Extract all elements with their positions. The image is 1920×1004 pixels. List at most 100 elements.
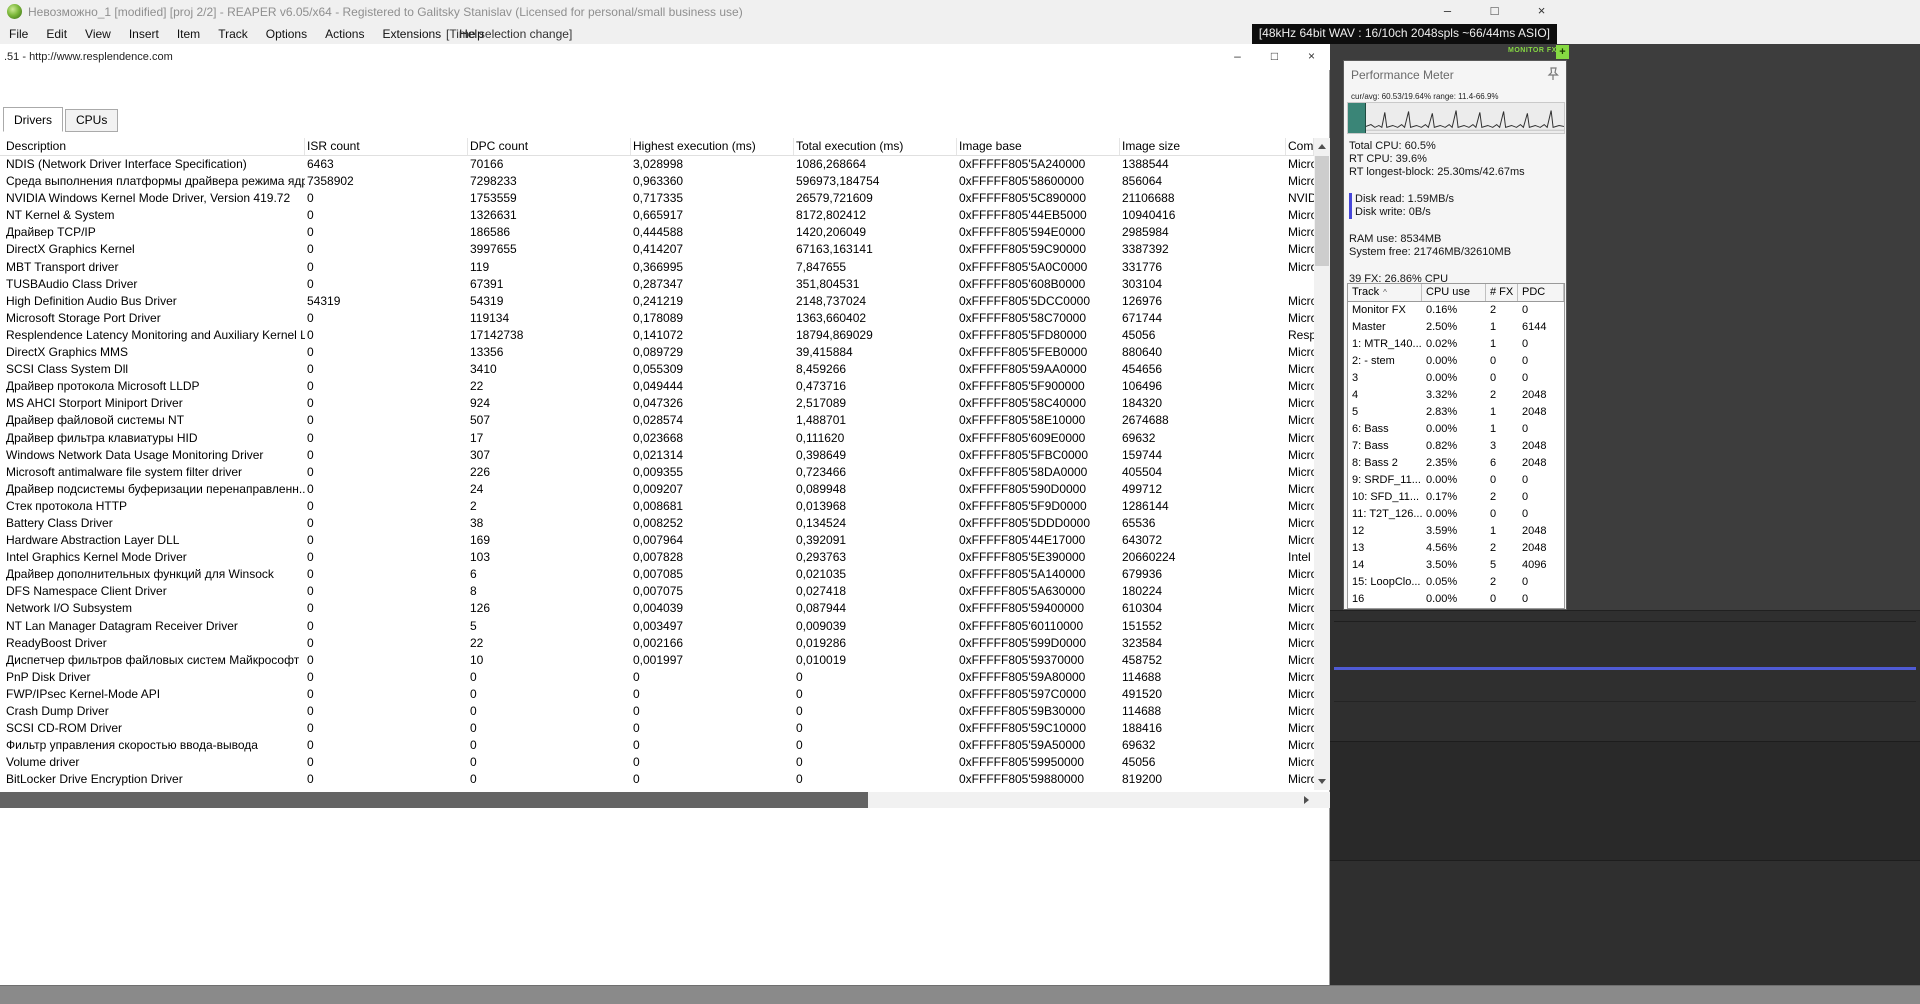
driver-row[interactable]: NT Kernel & System 0 1326631 0,665917 8172,8… [0,207,1314,224]
minimize-button[interactable]: – [1424,0,1471,24]
driver-row[interactable]: SCSI Class System Dll 0 3410 0,055309 8,4592… [0,361,1314,378]
close-button[interactable]: × [1518,0,1565,24]
perf-track-row[interactable]: 7: Bass 0.82% 3 2048 [1348,438,1564,455]
hscroll-thumb[interactable] [0,792,868,808]
tab-cpus[interactable]: CPUs [65,109,119,132]
menu-actions[interactable]: Actions [316,24,373,44]
driver-row[interactable]: Фильтр управления скоростью ввода-вывода… [0,737,1314,754]
perf-column-header[interactable]: Track ^ [1348,284,1422,301]
menu-view[interactable]: View [76,24,120,44]
driver-row[interactable]: Microsoft antimalware file system filter… [0,464,1314,481]
driver-row[interactable]: DirectX Graphics MMS 0 13356 0,089729 39,415… [0,344,1314,361]
driver-row[interactable]: NDIS (Network Driver Interface Specifica… [0,156,1314,173]
driver-row[interactable]: Microsoft Storage Port Driver 0 119134 0,17… [0,310,1314,327]
menu-insert[interactable]: Insert [120,24,168,44]
reaper-titlebar[interactable]: Невозможно_1 [modified] [proj 2/2] - REA… [0,0,1920,24]
driver-row[interactable]: SCSI CD-ROM Driver 0 0 0 0 0xFFFFF805'59C1000… [0,720,1314,737]
driver-row[interactable]: DFS Namespace Client Driver 0 8 0,007075 0,0… [0,583,1314,600]
driver-row[interactable]: FWP/IPsec Kernel-Mode API 0 0 0 0 0xFFFFF805'… [0,686,1314,703]
driver-row[interactable]: ReadyBoost Driver 0 22 0,002166 0,019286 0xFF… [0,635,1314,652]
minimize-button[interactable]: – [1219,44,1256,70]
driver-column-header[interactable]: Comp [1286,138,1314,155]
driver-row[interactable]: Диспетчер фильтров файловых систем Майкр… [0,652,1314,669]
driver-row[interactable]: Драйвер дополнительных функций для Winso… [0,566,1314,583]
driver-row[interactable]: Crash Dump Driver 0 0 0 0 0xFFFFF805'59B30000… [0,703,1314,720]
perf-track-row[interactable]: 15: LoopClo... 0.05% 2 0 [1348,574,1564,591]
perf-track-row[interactable]: 11: T2T_126... 0.00% 0 0 [1348,506,1564,523]
maximize-button[interactable]: □ [1471,0,1518,24]
driver-row[interactable]: Windows Network Data Usage Monitoring Dr… [0,447,1314,464]
driver-cell: 13356 [470,345,504,360]
latencymon-titlebar[interactable]: .51 - http://www.resplendence.com – □ × [0,44,1330,70]
perf-track-row[interactable]: 14 3.50% 5 4096 [1348,557,1564,574]
close-button[interactable]: × [1293,44,1330,70]
menu-options[interactable]: Options [257,24,316,44]
driver-row[interactable]: Драйвер фильтра клавиатуры HID 0 17 0,02366… [0,430,1314,447]
perf-track-row[interactable]: Master 2.50% 1 6144 [1348,319,1564,336]
driver-cell: 0 [307,259,314,274]
horizontal-scrollbar[interactable] [0,792,1314,808]
driver-row[interactable]: Resplendence Latency Monitoring and Auxi… [0,327,1314,344]
perf-track-row[interactable]: 5 2.83% 1 2048 [1348,404,1564,421]
perf-track-row[interactable]: 16 0.00% 0 0 [1348,591,1564,608]
perf-column-header[interactable]: CPU use [1422,284,1486,301]
perf-track-row[interactable]: 1: MTR_140... 0.02% 1 0 [1348,336,1564,353]
driver-column-header[interactable]: Total execution (ms) [794,138,957,155]
driver-column-header[interactable]: ISR count [305,138,468,155]
driver-row[interactable]: Драйвер файловой системы NT 0 507 0,028574 1… [0,412,1314,429]
driver-row[interactable]: Стек протокола HTTP 0 2 0,008681 0,013968 0xF… [0,498,1314,515]
perf-track-row[interactable]: 9: SRDF_11... 0.00% 0 0 [1348,472,1564,489]
perf-track-row[interactable]: Monitor FX 0.16% 2 0 [1348,302,1564,319]
driver-row[interactable]: Среда выполнения платформы драйвера режи… [0,173,1314,190]
perf-track-row[interactable]: 13 4.56% 2 2048 [1348,540,1564,557]
scroll-up-icon[interactable] [1318,144,1326,149]
perf-track-row[interactable]: 6: Bass 0.00% 1 0 [1348,421,1564,438]
driver-row[interactable]: NVIDIA Windows Kernel Mode Driver, Versi… [0,190,1314,207]
perf-track-row[interactable]: 4 3.32% 2 2048 [1348,387,1564,404]
driver-column-header[interactable]: Image base [957,138,1120,155]
scroll-right-icon[interactable] [1304,796,1309,804]
driver-row[interactable]: Volume driver 0 0 0 0 0xFFFFF805'59950000 4505… [0,754,1314,771]
driver-row[interactable]: NT Lan Manager Datagram Receiver Driver 0… [0,618,1314,635]
driver-column-header[interactable]: Highest execution (ms) [631,138,794,155]
driver-column-header[interactable]: Image size [1120,138,1286,155]
driver-row[interactable]: Battery Class Driver 0 38 0,008252 0,134524 0… [0,515,1314,532]
driver-row[interactable]: Драйвер TCP/IP 0 186586 0,444588 1420,206049… [0,224,1314,241]
menu-track[interactable]: Track [209,24,257,44]
driver-row[interactable]: DirectX Graphics Kernel 0 3997655 0,414207 6… [0,241,1314,258]
driver-row[interactable]: PnP Disk Driver 0 0 0 0 0xFFFFF805'59A80000 11… [0,669,1314,686]
menu-file[interactable]: File [0,24,37,44]
driver-column-header[interactable]: DPC count [468,138,631,155]
driver-row[interactable]: Intel Graphics Kernel Mode Driver 0 103 0,0… [0,549,1314,566]
driver-row[interactable]: Hardware Abstraction Layer DLL 0 169 0,0079… [0,532,1314,549]
maximize-button[interactable]: □ [1256,44,1293,70]
driver-column-header[interactable]: Description [0,138,305,155]
perf-track-row[interactable]: 10: SFD_11... 0.17% 2 0 [1348,489,1564,506]
scroll-down-icon[interactable] [1318,779,1326,784]
perf-track-row[interactable]: 2: - stem 0.00% 0 0 [1348,353,1564,370]
driver-row[interactable]: MBT Transport driver 0 119 0,366995 7,847655… [0,259,1314,276]
docker-add-button[interactable]: + [1556,45,1569,59]
perf-column-header[interactable]: # FX [1486,284,1518,301]
perf-track-row[interactable]: 3 0.00% 0 0 [1348,370,1564,387]
vscroll-thumb[interactable] [1315,156,1329,266]
driver-row[interactable]: Драйвер подсистемы буферизации перенапра… [0,481,1314,498]
perf-track-row[interactable]: 12 3.59% 1 2048 [1348,523,1564,540]
driver-row[interactable]: Network I/O Subsystem 0 126 0,004039 0,08794… [0,600,1314,617]
menu-item[interactable]: Item [168,24,209,44]
menu-edit[interactable]: Edit [37,24,76,44]
driver-row[interactable]: TUSBAudio Class Driver 0 67391 0,287347 351,… [0,276,1314,293]
cpu-history-graph[interactable] [1347,102,1565,134]
perf-track-row[interactable]: 8: Bass 2 2.35% 6 2048 [1348,455,1564,472]
driver-row[interactable]: High Definition Audio Bus Driver 54319 543… [0,293,1314,310]
tab-drivers[interactable]: Drivers [3,107,63,132]
vertical-scrollbar[interactable] [1314,138,1330,790]
menu-extensions[interactable]: Extensions [373,24,450,44]
driver-row[interactable]: Драйвер протокола Microsoft LLDP 0 22 0,049… [0,378,1314,395]
perf-column-header[interactable]: PDC [1518,284,1564,301]
pin-icon[interactable] [1546,67,1560,81]
audio-status[interactable]: [48kHz 64bit WAV : 16/10ch 2048spls ~66/… [1251,24,1557,44]
driver-row[interactable]: BitLocker Drive Encryption Driver 0 0 0 0 0xF… [0,771,1314,788]
perf-track-cell: 2.50% [1426,321,1458,333]
driver-row[interactable]: MS AHCI Storport Miniport Driver 0 924 0,04… [0,395,1314,412]
